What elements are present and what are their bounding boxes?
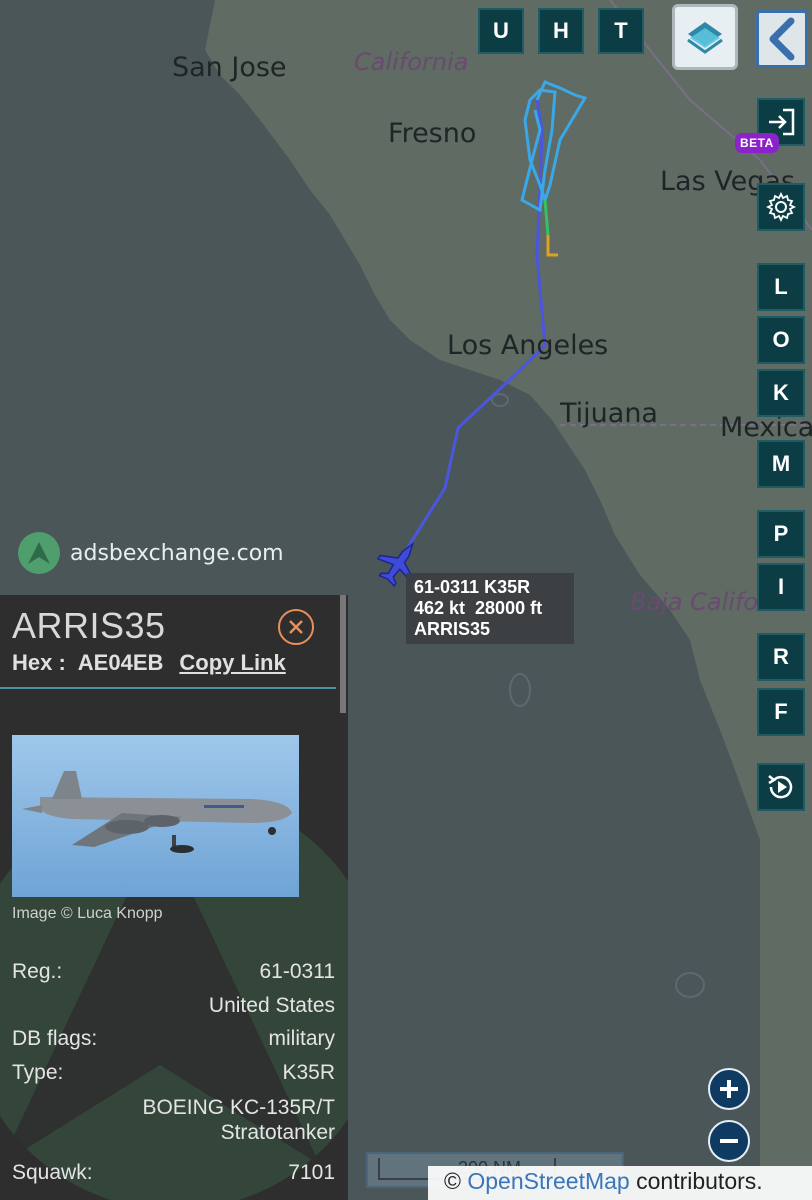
aircraft-label-line1: 61-0311 K35R bbox=[414, 577, 531, 597]
side-button-p[interactable]: P bbox=[757, 510, 805, 558]
squawk-row: Squawk: 7101 bbox=[12, 1161, 335, 1185]
hex-row: Hex : AE04EB Copy Link bbox=[12, 650, 286, 676]
side-button-l[interactable]: L bbox=[757, 263, 805, 311]
side-button-f[interactable]: F bbox=[757, 688, 805, 736]
aircraft-info-panel[interactable]: ARRIS35 Hex : AE04EB Copy Link Image © L… bbox=[0, 595, 348, 1200]
side-button-k[interactable]: K bbox=[757, 369, 805, 417]
attribution-prefix: © bbox=[444, 1168, 468, 1194]
replay-button[interactable] bbox=[757, 763, 805, 811]
minus-icon bbox=[720, 1139, 738, 1143]
aircraft-photo[interactable] bbox=[12, 735, 299, 897]
aircraft-label-line2: 462 kt 28000 ft bbox=[414, 598, 543, 618]
mode-button-u[interactable]: U bbox=[478, 8, 524, 54]
map-attribution: © OpenStreetMap contributors. bbox=[428, 1166, 812, 1200]
hex-label: Hex : bbox=[12, 650, 66, 675]
hex-value: AE04EB bbox=[77, 650, 164, 675]
dbflags-row: DB flags: military bbox=[12, 1027, 335, 1051]
reg-label: Reg.: bbox=[12, 960, 63, 983]
city-label: San Jose bbox=[172, 52, 287, 83]
chevron-left-icon bbox=[769, 17, 795, 61]
header-divider bbox=[0, 687, 336, 689]
type-description-1: BOEING KC-135R/T bbox=[142, 1096, 335, 1119]
side-button-m[interactable]: M bbox=[757, 440, 805, 488]
type-label: Type: bbox=[12, 1061, 64, 1084]
squawk-value: 7101 bbox=[288, 1161, 335, 1184]
beta-badge: BETA bbox=[735, 133, 779, 153]
mode-button-h[interactable]: H bbox=[538, 8, 584, 54]
squawk-label: Squawk: bbox=[12, 1161, 93, 1184]
side-button-i[interactable]: I bbox=[757, 563, 805, 611]
replay-icon bbox=[768, 775, 793, 799]
layers-button[interactable] bbox=[672, 4, 738, 70]
copy-link[interactable]: Copy Link bbox=[179, 650, 285, 676]
registration-row: Reg.: 61-0311 bbox=[12, 960, 335, 984]
watermark: adsbexchange.com bbox=[18, 532, 284, 574]
watermark-text: adsbexchange.com bbox=[70, 540, 284, 566]
plus-icon bbox=[720, 1080, 738, 1098]
city-label: Tijuana bbox=[560, 398, 658, 429]
reg-value: 61-0311 bbox=[259, 960, 335, 983]
region-label: Baja Califo bbox=[630, 588, 759, 616]
app-root: San Jose Fresno Las Vegas Los Angeles Ti… bbox=[0, 0, 812, 1200]
callsign-title: ARRIS35 bbox=[12, 605, 166, 646]
panel-scrollbar[interactable] bbox=[340, 595, 346, 713]
aircraft-label-line3: ARRIS35 bbox=[414, 619, 491, 639]
attribution-suffix: contributors. bbox=[629, 1168, 763, 1194]
back-button[interactable] bbox=[756, 10, 808, 68]
layers-icon bbox=[687, 22, 723, 54]
photo-credit: Image © Luca Knopp bbox=[12, 905, 163, 922]
city-label: Fresno bbox=[388, 118, 477, 149]
side-button-r[interactable]: R bbox=[757, 633, 805, 681]
city-label: Los Angeles bbox=[447, 330, 609, 361]
side-button-o[interactable]: O bbox=[757, 316, 805, 364]
zoom-out-button[interactable] bbox=[708, 1120, 750, 1162]
dbflags-label: DB flags: bbox=[12, 1027, 98, 1050]
close-panel-button[interactable] bbox=[278, 609, 314, 645]
type-description-2: Stratotanker bbox=[220, 1121, 335, 1144]
type-value: K35R bbox=[282, 1061, 335, 1084]
region-label: California bbox=[354, 48, 469, 76]
adsbx-logo-icon bbox=[18, 532, 60, 574]
aircraft-label[interactable]: 61-0311 K35R 462 kt 28000 ft ARRIS35 bbox=[406, 573, 574, 644]
dbflags-value: military bbox=[268, 1027, 336, 1050]
osm-link[interactable]: OpenStreetMap bbox=[467, 1168, 629, 1194]
close-icon bbox=[289, 620, 303, 634]
mode-button-t[interactable]: T bbox=[598, 8, 644, 54]
zoom-in-button[interactable] bbox=[708, 1068, 750, 1110]
country-value: United States bbox=[208, 994, 335, 1017]
settings-button[interactable] bbox=[757, 183, 805, 231]
type-row: Type: K35R bbox=[12, 1061, 335, 1085]
gear-icon bbox=[766, 192, 796, 222]
